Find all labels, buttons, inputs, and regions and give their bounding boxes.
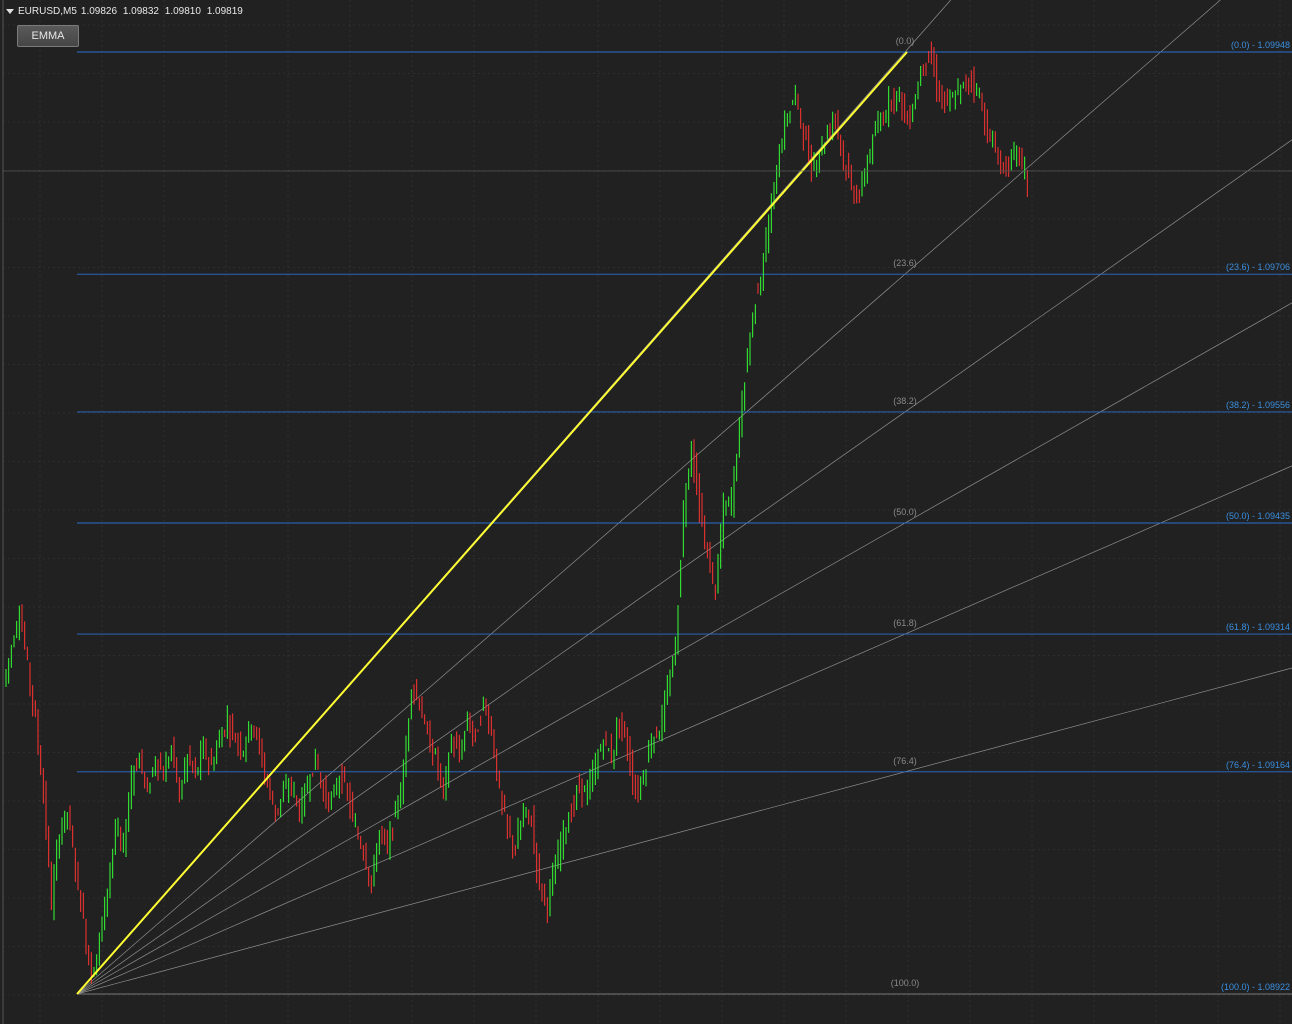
fib-level-label: (61.8) [893, 618, 917, 628]
low-value: 1.09810 [164, 5, 201, 17]
ohlc-values: 1.09826 1.09832 1.09810 1.09819 [81, 6, 246, 17]
fib-price-label: (61.8) - 1.09314 [1226, 622, 1290, 632]
fib-price-label: (50.0) - 1.09435 [1226, 511, 1290, 521]
fib-level-label: (100.0) [891, 978, 920, 988]
chart-window: (0.0) (0.0) - 1.09948 (23.6) (23.6) - 1.097… [0, 0, 1292, 1024]
fib-level-label: (38.2) [893, 396, 917, 406]
fib-price-label: (0.0) - 1.09948 [1231, 40, 1290, 50]
chevron-down-icon[interactable] [6, 8, 14, 14]
open-value: 1.09826 [80, 5, 118, 17]
fib-price-label: (76.4) - 1.09164 [1226, 760, 1290, 770]
plot-background [0, 0, 1292, 1024]
price-chart[interactable]: (0.0) (0.0) - 1.09948 (23.6) (23.6) - 1.097… [0, 0, 1292, 1024]
symbol-label: EURUSD,M5 [18, 5, 77, 17]
high-value: 1.09832 [122, 5, 159, 17]
emma-button[interactable]: EMMA [17, 25, 79, 47]
fib-price-label: (38.2) - 1.09556 [1226, 400, 1290, 410]
fib-level-label: (23.6) [893, 258, 917, 268]
close-value: 1.09819 [206, 5, 243, 17]
fib-level-label: (76.4) [893, 756, 917, 766]
chart-header: EURUSD,M5 1.09826 1.09832 1.09810 1.0981… [6, 4, 246, 18]
fib-price-label: (23.6) - 1.09706 [1226, 262, 1290, 272]
fib-level-label: (50.0) [893, 507, 917, 517]
fib-level-label: (0.0) [896, 36, 915, 46]
fib-price-label: (100.0) - 1.08922 [1221, 982, 1290, 992]
